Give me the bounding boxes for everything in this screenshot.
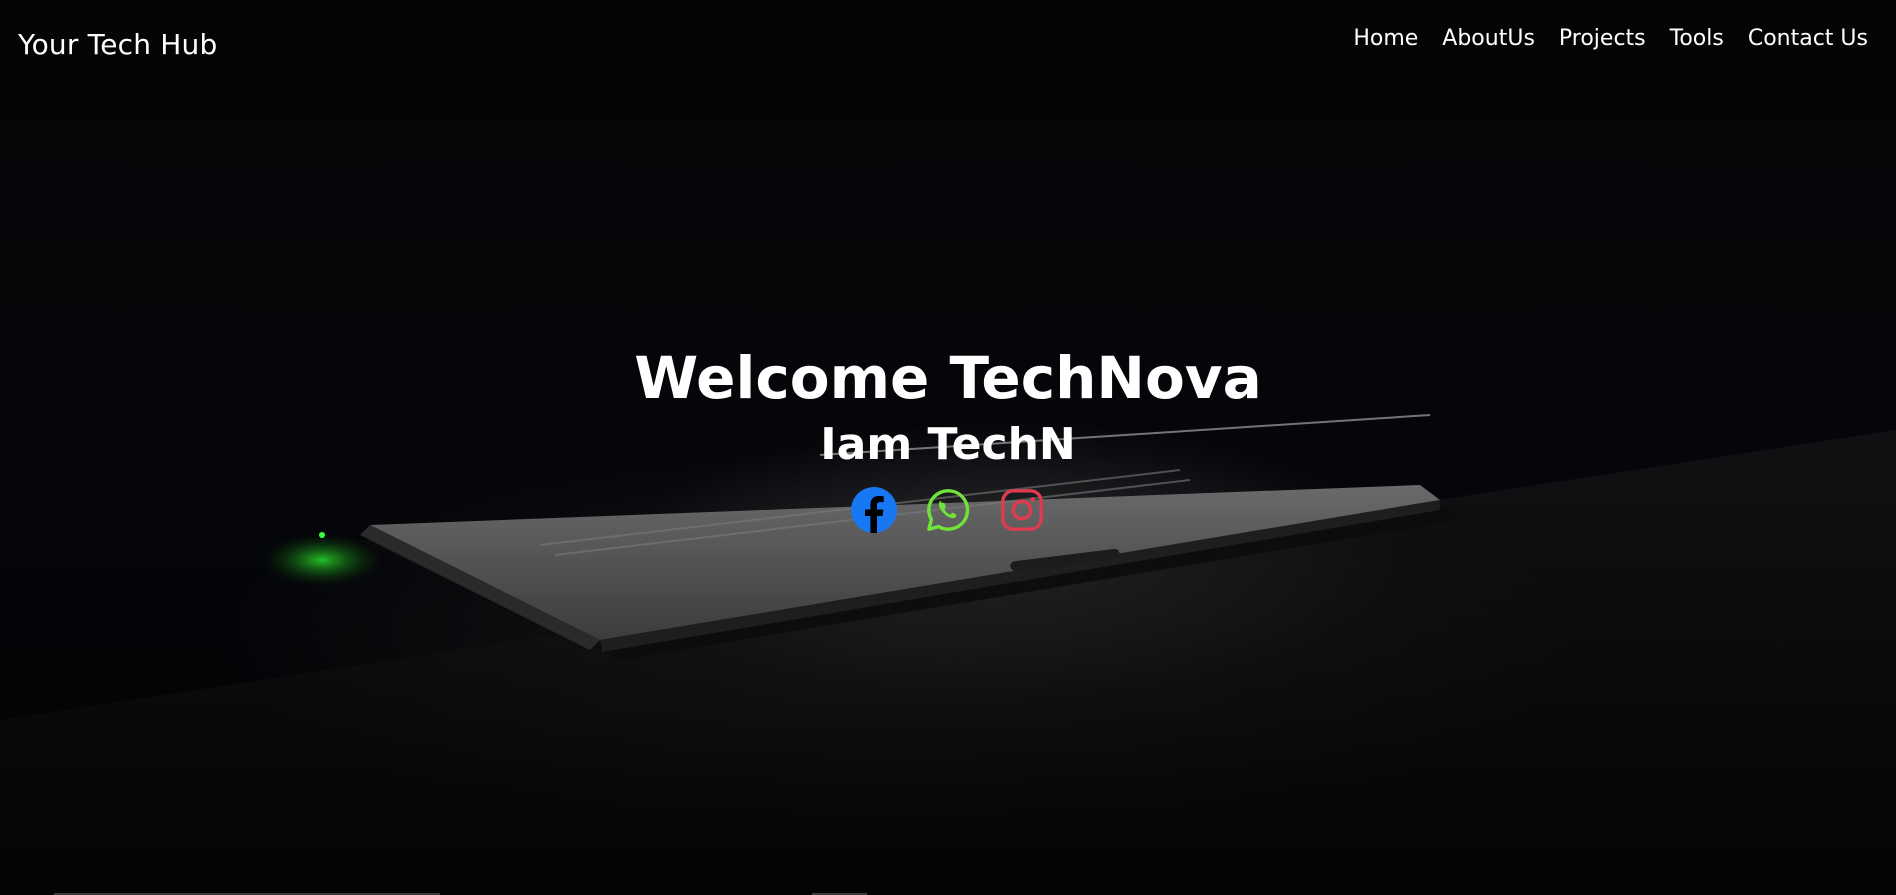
nav-link-projects[interactable]: Projects	[1559, 26, 1646, 51]
brand-logo-text[interactable]: Your Tech Hub	[18, 28, 217, 61]
hero-subtitle: Iam TechN	[820, 419, 1076, 470]
nav-link-contact-us[interactable]: Contact Us	[1748, 26, 1868, 51]
facebook-link[interactable]	[850, 486, 898, 534]
whatsapp-icon	[927, 489, 970, 531]
nav-link-tools[interactable]: Tools	[1670, 26, 1724, 51]
nav-link-home[interactable]: Home	[1353, 26, 1418, 51]
instagram-link[interactable]	[998, 486, 1046, 534]
social-links	[0, 486, 1896, 534]
hero-title: Welcome TechNova	[634, 344, 1262, 412]
whatsapp-link[interactable]	[924, 486, 972, 534]
hero-section: Welcome TechNova Iam TechN	[0, 340, 1896, 534]
page: Your Tech Hub Home AboutUs Projects Tool…	[0, 0, 1896, 895]
facebook-icon	[851, 487, 897, 533]
nav-link-about-us[interactable]: AboutUs	[1442, 26, 1535, 51]
instagram-icon	[1001, 489, 1043, 531]
navbar: Your Tech Hub Home AboutUs Projects Tool…	[0, 0, 1896, 90]
nav-links: Home AboutUs Projects Tools Contact Us	[1353, 26, 1868, 51]
